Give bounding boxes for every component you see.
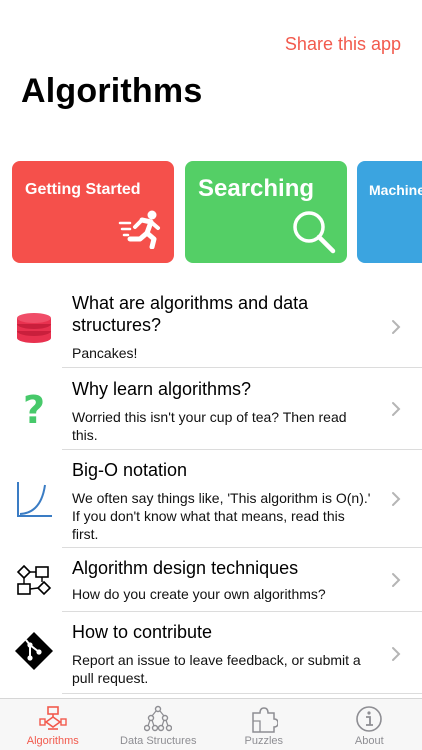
chevron-right-icon <box>392 402 401 416</box>
tab-puzzles[interactable]: Puzzles <box>211 699 317 750</box>
card-label: Getting Started <box>25 181 141 198</box>
tab-label: Algorithms <box>26 735 79 747</box>
card-label: Machine <box>369 182 422 198</box>
row-title: Big-O notation <box>72 460 188 480</box>
running-person-icon <box>118 210 160 249</box>
chevron-right-icon <box>392 492 401 506</box>
tab-data-structures[interactable]: Data Structures <box>106 699 212 750</box>
flowchart-icon <box>14 560 54 600</box>
list-item[interactable]: What are algorithms and data structures?… <box>0 286 422 368</box>
list-item[interactable]: How to contribute Report an issue to lea… <box>0 612 422 694</box>
category-carousel[interactable]: Getting Started Searching Machine <box>12 161 422 263</box>
question-mark-icon: ? <box>22 388 46 432</box>
row-title: Algorithm design techniques <box>72 558 299 578</box>
magnifier-icon <box>293 211 336 254</box>
chevron-right-icon <box>392 320 401 334</box>
card-label: Searching <box>198 175 315 202</box>
row-subtitle: Report an issue to leave feedback, or su… <box>72 652 361 686</box>
card-getting-started[interactable]: Getting Started <box>12 161 174 263</box>
row-subtitle: Worried this isn't your cup of tea? Then… <box>72 409 347 443</box>
graph-curve-icon <box>14 480 54 520</box>
tab-label: Puzzles <box>244 735 284 747</box>
card-searching[interactable]: Searching <box>185 161 347 263</box>
pancake-stack-icon <box>14 308 54 348</box>
divider <box>62 693 422 694</box>
row-title: What are algorithms and data structures? <box>72 293 309 335</box>
row-subtitle: Pancakes! <box>72 345 138 361</box>
puzzle-icon <box>252 707 278 733</box>
tree-icon <box>144 705 173 732</box>
tab-bar: Algorithms Data Structures Puzzles About <box>0 698 422 750</box>
tab-about[interactable]: About <box>317 699 422 750</box>
list-item[interactable]: ? Why learn algorithms? Worried this isn… <box>0 368 422 450</box>
row-subtitle: We often say things like, 'This algorith… <box>72 490 371 542</box>
list-item[interactable]: Big-O notation We often say things like,… <box>0 450 422 548</box>
share-button[interactable]: Share this app <box>285 34 401 55</box>
git-icon <box>14 631 54 671</box>
tab-algorithms[interactable]: Algorithms <box>0 699 106 750</box>
info-icon <box>356 706 383 732</box>
topic-list: What are algorithms and data structures?… <box>0 286 422 694</box>
page-title: Algorithms <box>21 72 203 110</box>
chevron-right-icon <box>392 573 401 587</box>
tab-label: About <box>354 735 384 747</box>
card-machine[interactable]: Machine <box>357 161 422 263</box>
chevron-right-icon <box>392 647 401 661</box>
row-subtitle: How do you create your own algorithms? <box>72 586 326 602</box>
tab-label: Data Structures <box>120 735 197 747</box>
list-item[interactable]: Algorithm design techniques How do you c… <box>0 548 422 612</box>
algorithms-tab-icon <box>39 706 67 730</box>
row-title: Why learn algorithms? <box>72 379 252 399</box>
row-title: How to contribute <box>72 622 213 642</box>
